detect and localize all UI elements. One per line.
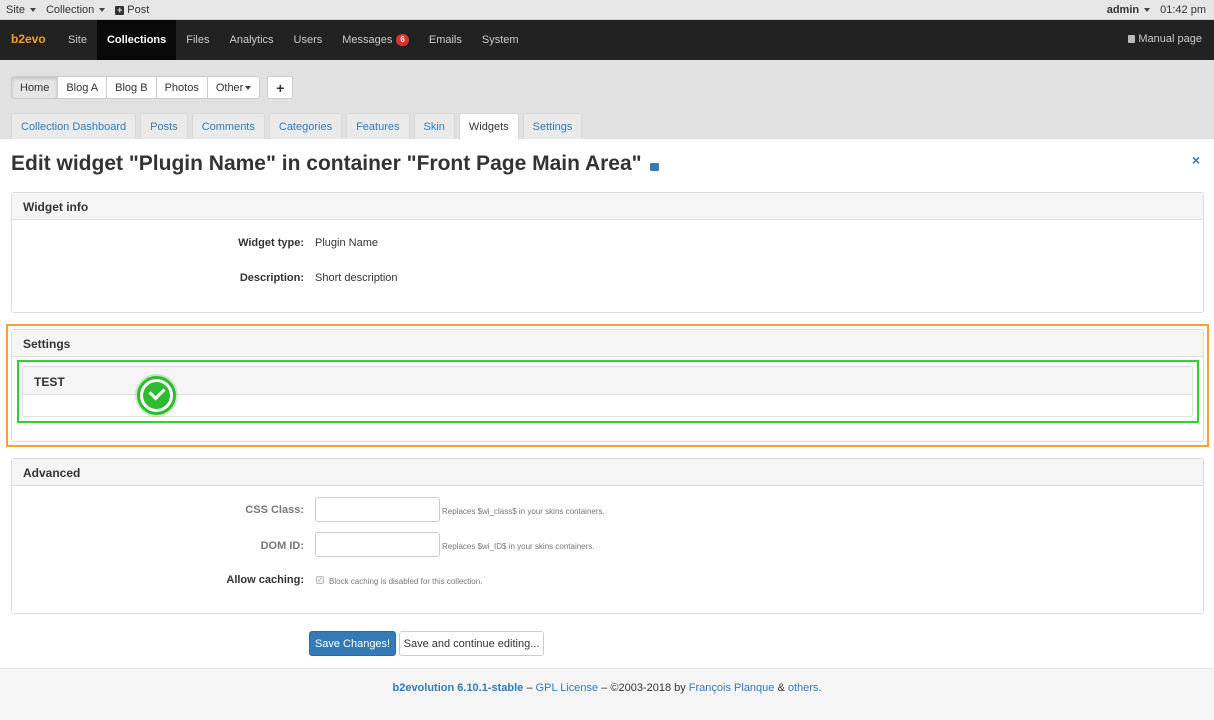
clock-time: 01:42 pm [1160,4,1206,16]
plus-square-icon: + [115,4,125,15]
highlight-frame-green [17,360,1199,423]
collection-blog-a[interactable]: Blog A [57,76,108,99]
dom-id-input[interactable] [315,532,440,557]
description-row: Description: Short description [12,272,1203,292]
top-toolbar: Site Collection + Post admin 01:42 pm [0,0,1214,20]
widget-type-label: Widget type: [238,237,304,249]
caret-down-icon [29,8,36,12]
nav-users[interactable]: Users [284,20,333,60]
tab-comments[interactable]: Comments [191,113,265,139]
add-collection-button[interactable]: + [267,76,294,99]
collection-menu[interactable]: Collection [46,4,106,16]
close-icon[interactable]: × [1192,152,1200,168]
collection-home[interactable]: Home [11,76,59,99]
css-class-input[interactable] [315,497,440,522]
manual-page-link[interactable]: Manual page [1128,33,1202,45]
tab-collection-dashboard[interactable]: Collection Dashboard [11,113,137,139]
license-link[interactable]: GPL License [536,682,599,694]
nav-system[interactable]: System [472,20,529,60]
manual-book-icon[interactable] [649,162,659,171]
panel-heading: Advanced [12,459,1203,486]
footer: b2evolution 6.10.1-stable – GPL License … [0,668,1214,720]
panel-heading: Widget info [12,193,1203,220]
description-value: Short description [315,272,398,284]
collection-toolbar: Home Blog A Blog B Photos Other + Collec… [0,60,1214,140]
allow-caching-label: Allow caching: [226,574,304,586]
brand-logo[interactable]: b2evo [11,32,46,46]
book-icon [1128,35,1136,43]
nav-analytics[interactable]: Analytics [220,20,284,60]
dom-id-hint: Replaces $wi_ID$ in your skins container… [442,542,595,551]
widget-info-panel: Widget info Widget type: Plugin Name Des… [11,192,1204,313]
nav-emails[interactable]: Emails [419,20,472,60]
dom-id-label: DOM ID: [260,540,304,552]
main-navigation: b2evo Site Collections Files Analytics U… [0,20,1214,60]
css-class-hint: Replaces $wi_class$ in your skins contai… [442,507,605,516]
caret-down-icon [99,8,106,12]
widget-type-value: Plugin Name [315,237,378,249]
widget-type-row: Widget type: Plugin Name [12,237,1203,257]
author-link[interactable]: François Planque [689,682,775,694]
nav-messages[interactable]: Messages 6 [332,20,419,60]
page-title: Edit widget "Plugin Name" in container "… [11,152,659,176]
messages-count-badge: 6 [396,34,409,46]
tab-settings[interactable]: Settings [522,113,583,139]
tab-posts[interactable]: Posts [140,113,188,139]
dom-id-row: DOM ID: [12,540,1203,560]
allow-caching-hint: Block caching is disabled for this colle… [329,577,483,586]
css-class-label: CSS Class: [245,504,304,516]
tab-features[interactable]: Features [346,113,410,139]
allow-caching-row: Allow caching: [12,574,1203,594]
css-class-row: CSS Class: [12,504,1203,524]
save-continue-button[interactable]: Save and continue editing... [399,631,544,656]
collection-other[interactable]: Other [206,76,261,99]
tab-categories[interactable]: Categories [268,113,343,139]
others-link[interactable]: others [788,682,819,694]
footer-text: b2evolution 6.10.1-stable – GPL License … [392,682,822,694]
allow-caching-checkbox[interactable]: ✓ [316,576,324,584]
advanced-panel: Advanced CSS Class: Replaces $wi_class$ … [11,458,1204,614]
tab-widgets[interactable]: Widgets [458,113,519,140]
collection-photos[interactable]: Photos [155,76,208,99]
site-menu[interactable]: Site [6,4,36,16]
product-link[interactable]: b2evolution 6.10.1-stable [392,682,523,694]
nav-collections[interactable]: Collections [96,20,177,60]
caret-down-icon [245,85,252,90]
post-button[interactable]: + Post [115,4,149,16]
collection-blog-b[interactable]: Blog B [106,76,157,99]
nav-files[interactable]: Files [176,20,219,60]
caret-down-icon [1144,8,1151,12]
description-label: Description: [239,272,304,284]
tab-skin[interactable]: Skin [413,113,455,139]
save-changes-button[interactable]: Save Changes! [309,631,396,656]
user-menu[interactable]: admin [1107,4,1151,16]
nav-site[interactable]: Site [58,20,97,60]
checkmark-icon [137,376,176,415]
